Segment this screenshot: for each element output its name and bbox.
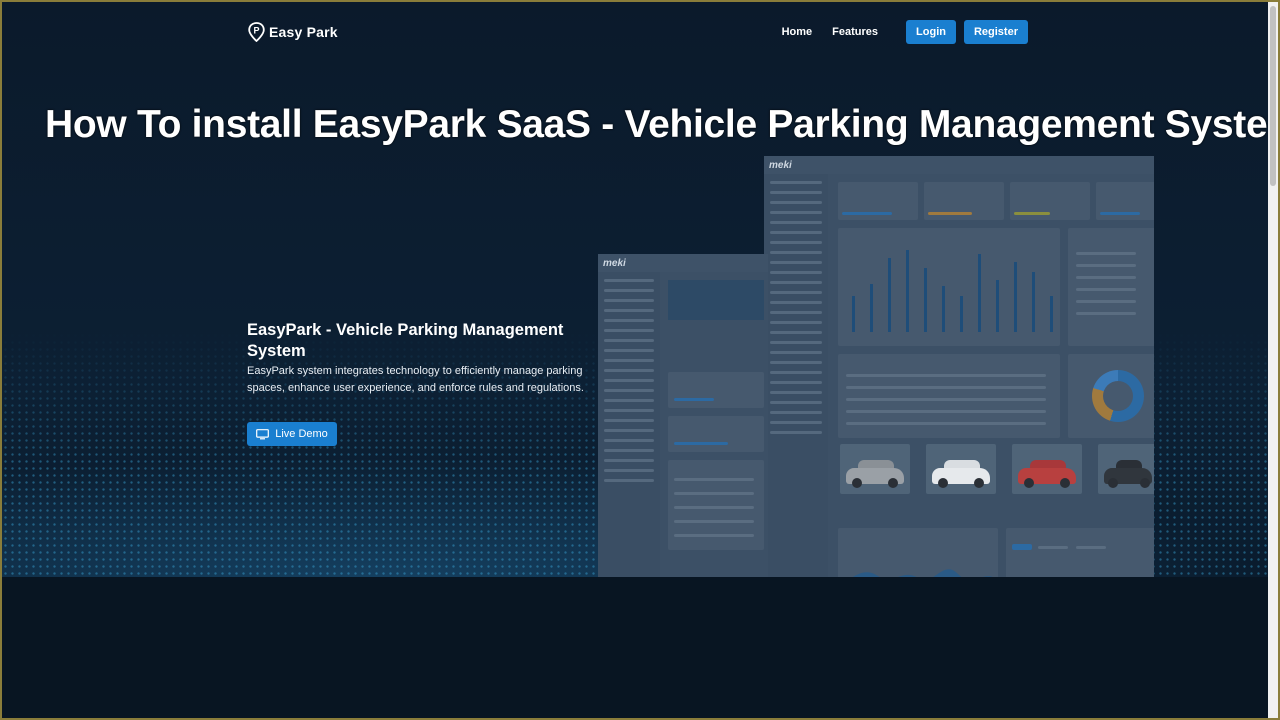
- recent-orders-card: [838, 354, 1060, 438]
- nav-link-features[interactable]: Features: [832, 26, 878, 38]
- vehicle-thumbnail: [1098, 444, 1154, 494]
- navbar: P Easy Park Home Features Login Register: [248, 20, 1028, 44]
- parking-pin-icon: P: [248, 22, 265, 42]
- payment-method-card: [1006, 528, 1154, 577]
- product-status-card: [1068, 354, 1154, 438]
- page-scrollbar[interactable]: [1268, 2, 1278, 718]
- brand-name: Easy Park: [269, 24, 338, 40]
- hero-description: EasyPark system integrates technology to…: [247, 365, 584, 394]
- earnings-chart-card: [838, 228, 1060, 346]
- scrollbar-thumb[interactable]: [1270, 6, 1276, 186]
- vehicle-thumbnail: [840, 444, 910, 494]
- lower-section: [2, 577, 1268, 718]
- preview-content: [668, 276, 768, 577]
- status-donut-chart: [1092, 370, 1144, 422]
- svg-text:P: P: [253, 26, 259, 36]
- nav-link-home[interactable]: Home: [782, 26, 813, 38]
- vehicle-thumbnail: [926, 444, 996, 494]
- preview-topbar: meki: [764, 156, 1154, 174]
- vehicle-thumbnail: [1012, 444, 1082, 494]
- stat-card: [1010, 182, 1090, 220]
- preview-topbar: meki: [598, 254, 768, 272]
- table-card: [668, 460, 764, 550]
- stat-card: [1096, 182, 1154, 220]
- live-demo-button[interactable]: Live Demo: [247, 422, 337, 446]
- dashboard-preview-main: meki: [764, 156, 1154, 577]
- login-button[interactable]: Login: [906, 20, 956, 44]
- register-button[interactable]: Register: [963, 20, 1028, 44]
- stat-card: [668, 416, 764, 452]
- nav-links: Home Features Login Register: [782, 20, 1028, 44]
- area-chart: [852, 569, 993, 577]
- top-products-card: [1068, 228, 1154, 346]
- landing-page: P Easy Park Home Features Login Register…: [2, 2, 1268, 718]
- hero-title: EasyPark - Vehicle Parking Management Sy…: [247, 321, 564, 360]
- stat-card: [924, 182, 1004, 220]
- video-title-overlay: How To install EasyPark SaaS - Vehicle P…: [45, 103, 1268, 146]
- preview-sidebar: [764, 174, 828, 577]
- preview-content: [836, 178, 1154, 577]
- welcome-banner: [668, 280, 764, 320]
- dashboard-preview-secondary: meki: [598, 254, 768, 577]
- preview-sidebar: [598, 272, 660, 577]
- preview-logo: meki: [769, 159, 792, 171]
- brand[interactable]: P Easy Park: [248, 22, 338, 42]
- hero-section: EasyPark - Vehicle Parking Management Sy…: [247, 320, 607, 397]
- monitor-icon: [256, 428, 270, 439]
- stat-card: [668, 372, 764, 408]
- stat-card: [838, 182, 918, 220]
- selling-growth-card: [838, 528, 998, 577]
- live-demo-label: Live Demo: [275, 428, 328, 440]
- preview-logo: meki: [603, 257, 626, 269]
